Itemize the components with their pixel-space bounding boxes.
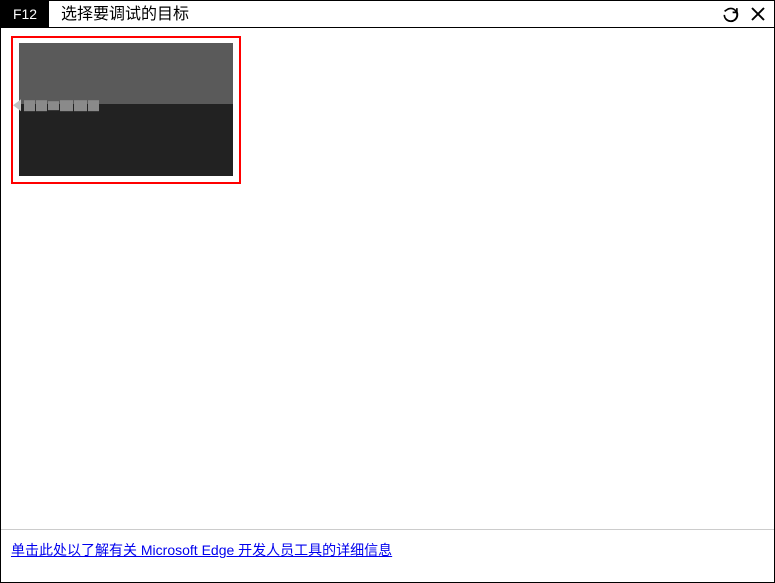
target-list — [1, 28, 774, 529]
f12-badge-label: F12 — [13, 6, 37, 22]
learn-more-link[interactable]: 单击此处以了解有关 Microsoft Edge 开发人员工具的详细信息 — [11, 542, 392, 558]
thumbnail-image — [19, 43, 233, 176]
header: F12 选择要调试的目标 — [1, 1, 774, 28]
header-actions — [718, 2, 774, 26]
refresh-button[interactable] — [718, 2, 742, 26]
refresh-icon — [722, 6, 739, 23]
footer: 单击此处以了解有关 Microsoft Edge 开发人员工具的详细信息 — [1, 529, 774, 582]
debug-target-thumbnail[interactable] — [11, 36, 241, 184]
window-title: 选择要调试的目标 — [49, 1, 718, 28]
f12-badge: F12 — [1, 1, 49, 27]
close-button[interactable] — [746, 2, 770, 26]
close-icon — [750, 6, 766, 22]
